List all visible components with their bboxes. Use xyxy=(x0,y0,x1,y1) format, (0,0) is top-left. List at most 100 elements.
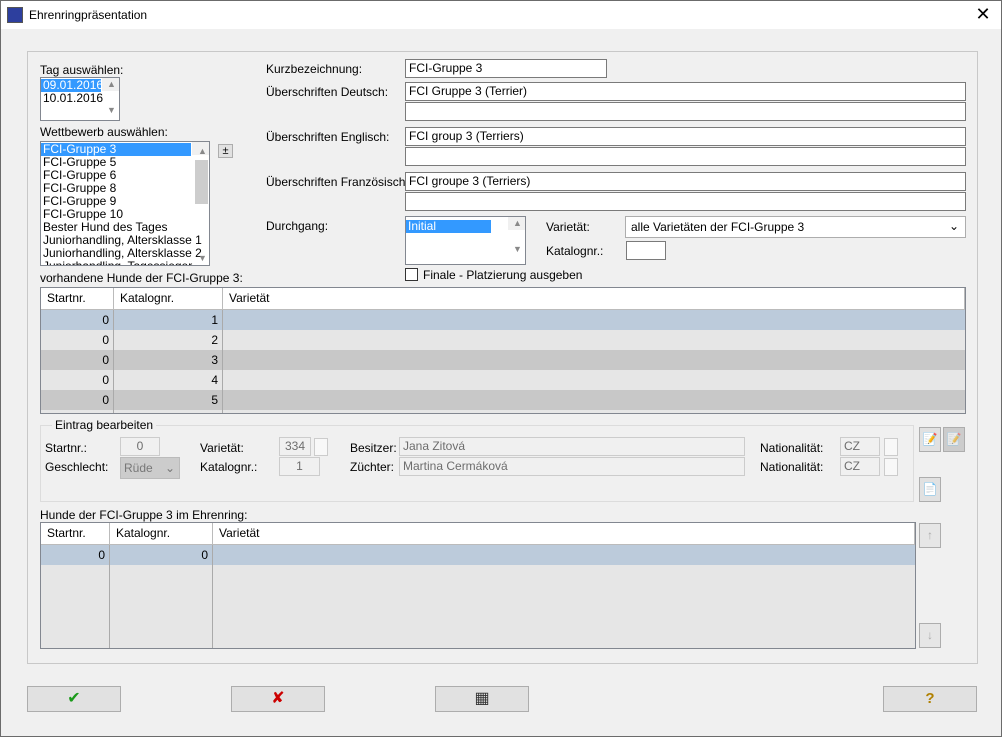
nat2-lookup-button[interactable] xyxy=(884,458,898,476)
column-header[interactable]: Katalognr. xyxy=(114,288,223,310)
window-title: Ehrenringpräsentation xyxy=(29,8,148,22)
finale-checkbox[interactable] xyxy=(405,268,418,281)
kurz-input[interactable]: FCI-Gruppe 3 xyxy=(405,59,607,78)
check-icon: ✔ xyxy=(67,690,81,707)
competition-listbox[interactable]: FCI-Gruppe 3 FCI-Gruppe 5 FCI-Gruppe 6 FCI-… xyxy=(40,141,210,266)
de-label: Überschriften Deutsch: xyxy=(266,85,389,99)
column-header[interactable]: Startnr. xyxy=(41,523,110,545)
scrollbar[interactable]: ▲ ▼ xyxy=(508,217,525,254)
cross-icon: ✘ xyxy=(271,690,285,707)
katalog-label: Katalognr.: xyxy=(546,244,604,258)
en-input-1[interactable]: FCI group 3 (Terriers) xyxy=(405,127,966,146)
ok-button[interactable]: ✔ xyxy=(27,686,121,712)
fr-input-2[interactable] xyxy=(405,192,966,211)
column-header[interactable]: Varietät xyxy=(213,523,915,545)
table-cell: 2 xyxy=(114,330,223,350)
table-cell xyxy=(223,370,965,390)
geschlecht-value: Rüde xyxy=(124,461,153,475)
table-row[interactable]: 00 xyxy=(41,545,915,565)
move-up-button[interactable]: ↑ xyxy=(919,523,941,548)
new-entry-button[interactable]: 📄 xyxy=(919,477,941,502)
table1-label: vorhandene Hunde der FCI-Gruppe 3: xyxy=(40,271,243,285)
arrow-down-icon: ↓ xyxy=(927,628,933,642)
tag-label: Tag auswählen: xyxy=(40,63,124,77)
ring-table[interactable]: Startnr. Katalognr. Varietät 0 0 xyxy=(40,522,916,649)
durchgang-label: Durchgang: xyxy=(266,219,329,233)
table-cell: 4 xyxy=(114,370,223,390)
varietaet-label: Varietät: xyxy=(546,220,590,234)
help-icon: ? xyxy=(925,690,935,707)
varietaet-select[interactable]: alle Varietäten der FCI-Gruppe 3 ⌄ xyxy=(625,216,966,238)
varietaet-value: alle Varietäten der FCI-Gruppe 3 xyxy=(631,220,805,234)
column-divider xyxy=(212,545,213,648)
dogs-table[interactable]: Startnr. Katalognr. Varietät 0 1 0 2 0 3 0 4 0 5 xyxy=(40,287,966,414)
calculator-icon: ▦ xyxy=(474,690,490,707)
expand-toggle-button[interactable]: ± xyxy=(218,144,233,158)
finale-label: Finale - Platzierung ausgeben xyxy=(423,268,583,282)
arrow-up-icon: ↑ xyxy=(927,528,933,542)
edit-katalog-input[interactable]: 1 xyxy=(279,457,320,476)
column-divider xyxy=(109,545,110,648)
table-cell: 0 xyxy=(41,545,110,565)
wettbewerb-label: Wettbewerb auswählen: xyxy=(40,125,168,139)
zuechter-input[interactable]: Martina Cermáková xyxy=(399,457,745,476)
geschlecht-label: Geschlecht: xyxy=(45,460,109,474)
de-input-2[interactable] xyxy=(405,102,966,121)
geschlecht-select[interactable]: Rüde ⌄ xyxy=(120,457,180,479)
fr-label: Überschriften Französisch: xyxy=(266,175,409,189)
table-cell: 0 xyxy=(41,370,114,390)
column-divider xyxy=(113,310,114,413)
edit-katalog-label: Katalognr.: xyxy=(200,460,258,474)
scrollbar[interactable]: ▲ ▼ xyxy=(192,142,209,263)
startnr-input[interactable]: 0 xyxy=(120,437,160,456)
title-bar: Ehrenringpräsentation ✕ xyxy=(1,1,1001,29)
move-down-button[interactable]: ↓ xyxy=(919,623,941,648)
var-input[interactable]: 334 xyxy=(279,437,311,456)
nat1-input[interactable]: CZ xyxy=(840,437,880,456)
nat2-input[interactable]: CZ xyxy=(840,457,880,476)
table-cell: 5 xyxy=(114,390,223,410)
en-input-2[interactable] xyxy=(405,147,966,166)
chevron-down-icon: ⌄ xyxy=(948,219,959,233)
edit-entry-button[interactable]: 📝 xyxy=(919,427,941,452)
help-button[interactable]: ? xyxy=(883,686,977,712)
besitzer-input[interactable]: Jana Zitová xyxy=(399,437,745,456)
chevron-down-icon: ⌄ xyxy=(164,461,175,475)
besitzer-label: Besitzer: xyxy=(350,441,397,455)
table2-label: Hunde der FCI-Gruppe 3 im Ehrenring: xyxy=(40,508,248,522)
table-row[interactable]: 03 xyxy=(41,350,965,370)
column-divider xyxy=(222,310,223,413)
katalog-input[interactable] xyxy=(626,241,666,260)
list-item[interactable]: Juniorhandling, Tagessieger xyxy=(41,260,209,266)
column-header[interactable]: Varietät xyxy=(223,288,965,310)
var-label: Varietät: xyxy=(200,441,244,455)
list-item[interactable]: Initial xyxy=(406,220,491,233)
save-entry-button[interactable]: 📝 xyxy=(943,427,965,452)
table-cell: 0 xyxy=(41,390,114,410)
table-row[interactable]: 05 xyxy=(41,390,965,410)
table-row[interactable]: 02 xyxy=(41,330,965,350)
startnr-label: Startnr.: xyxy=(45,441,88,455)
table-cell: 0 xyxy=(41,350,114,370)
calculate-button[interactable]: ▦ xyxy=(435,686,529,712)
scrollbar[interactable]: ▲ ▼ xyxy=(102,78,119,115)
fr-input-1[interactable]: FCI groupe 3 (Terriers) xyxy=(405,172,966,191)
de-input-1[interactable]: FCI Gruppe 3 (Terrier) xyxy=(405,82,966,101)
day-listbox[interactable]: 09.01.2016 10.01.2016 ▲ ▼ xyxy=(40,77,120,121)
cancel-button[interactable]: ✘ xyxy=(231,686,325,712)
table-cell: 0 xyxy=(41,330,114,350)
table-row[interactable]: 01 xyxy=(41,310,965,330)
edit-legend: Eintrag bearbeiten xyxy=(52,418,157,432)
save-icon: 📝 xyxy=(946,432,962,446)
column-header[interactable]: Katalognr. xyxy=(110,523,213,545)
new-document-icon: 📄 xyxy=(922,482,938,496)
column-header[interactable]: Startnr. xyxy=(41,288,114,310)
table-cell: 0 xyxy=(41,310,114,330)
nat1-lookup-button[interactable] xyxy=(884,438,898,456)
edit-icon: 📝 xyxy=(922,432,938,446)
close-button[interactable]: ✕ xyxy=(969,3,997,27)
var-lookup-button[interactable] xyxy=(314,438,328,456)
durchgang-listbox[interactable]: Initial ▲ ▼ xyxy=(405,216,526,265)
table-cell xyxy=(223,310,965,330)
table-row[interactable]: 04 xyxy=(41,370,965,390)
